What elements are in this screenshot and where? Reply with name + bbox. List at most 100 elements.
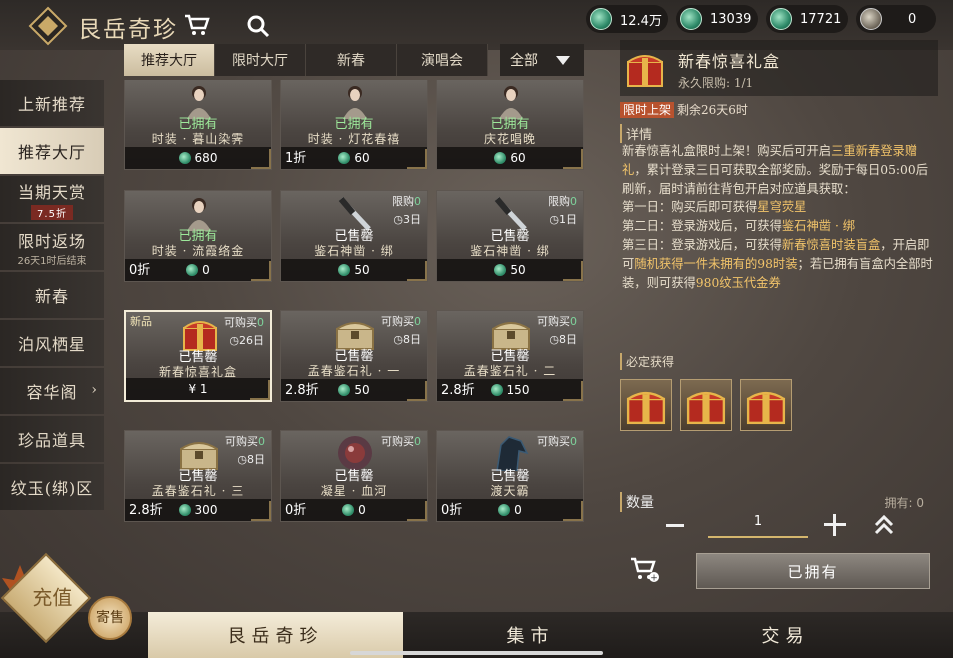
jade-coin-icon — [178, 504, 191, 516]
purchase-limit: 限购0 — [548, 195, 577, 208]
item-grid: 已拥有 时装 · 暮山染霁 680 已拥有 时装 · 灯花春禧 60 1折 已拥有 庆花唱晚 60… — [124, 80, 588, 532]
add-to-cart-icon[interactable]: + — [630, 556, 660, 584]
plus-button[interactable] — [824, 514, 846, 536]
item-card[interactable]: 已拥有 时装 · 灯花春禧 60 1折 — [280, 80, 428, 170]
currency-jade[interactable]: 13039 — [676, 5, 758, 33]
item-card[interactable]: 限购0 ◷1日 已售罄 鉴石神凿 · 绑 50 — [436, 190, 584, 282]
corner-ornament — [407, 381, 427, 401]
tab-spring[interactable]: 新春 — [306, 44, 397, 76]
token-icon — [860, 8, 882, 30]
item-card[interactable]: 已拥有 时装 · 暮山染霁 680 — [124, 80, 272, 170]
tab-concert[interactable]: 演唱会 — [397, 44, 488, 76]
price-bar: 50 — [281, 259, 427, 281]
dropdown-arrow-icon — [556, 55, 570, 65]
sidebar-item-return[interactable]: 限时返场 26天1时后结束 — [0, 224, 104, 270]
item-card[interactable]: 可购买0 ◷8日 已售罄 孟春鉴石礼 · 三 300 2.8折 — [124, 430, 272, 522]
currency-jade-bound[interactable]: 17721 — [766, 5, 848, 33]
item-price: ¥ 1 — [188, 382, 208, 396]
currency-token[interactable]: 0 — [856, 5, 936, 33]
item-card[interactable]: 可购买0 ◷8日 已售罄 孟春鉴石礼 · 一 50 2.8折 — [280, 310, 428, 402]
item-price: 60 — [354, 151, 370, 165]
item-price: 680 — [194, 151, 218, 165]
purchase-limit: 可购买0 — [381, 315, 421, 328]
diamond-logo-icon — [28, 6, 68, 46]
item-name: 凝星 · 血河 — [320, 484, 388, 498]
item-price: 0 — [358, 503, 366, 517]
item-name: 鉴石神凿 · 绑 — [470, 244, 550, 258]
item-name: 渡天霸 — [490, 484, 530, 498]
quantity-label: 数量 — [620, 492, 654, 512]
reward-item[interactable] — [680, 379, 732, 431]
purchase-limit: 可购买0 — [225, 435, 265, 448]
item-name: 时装 · 灯花春禧 — [307, 132, 401, 146]
tab-hall[interactable]: 推荐大厅 — [124, 44, 215, 76]
item-card[interactable]: 可购买0 已售罄 凝星 · 血河 0 0折 — [280, 430, 428, 522]
buy-button[interactable]: 已拥有 — [696, 553, 930, 589]
item-name: 孟春鉴石礼 · 一 — [307, 364, 401, 378]
sidebar: 上新推荐 推荐大厅 当期天赏 7.5折 限时返场 26天1时后结束 新春 泊风栖星 … — [0, 80, 104, 512]
item-card[interactable]: 可购买0 ◷8日 已售罄 孟春鉴石礼 · 二 150 2.8折 — [436, 310, 584, 402]
reward-item[interactable] — [620, 379, 672, 431]
gift-box-icon — [626, 391, 666, 425]
jade-coin-icon — [490, 384, 503, 396]
corner-ornament — [563, 501, 583, 521]
new-tag: 新品 — [130, 315, 152, 328]
limited-tag: 限时上架 剩余26天6时 — [620, 101, 748, 118]
discount-label: 0折 — [129, 263, 151, 278]
consign-button[interactable]: 寄售 — [88, 596, 132, 640]
gift-box-icon — [627, 55, 663, 87]
corner-ornament — [563, 149, 583, 169]
item-name: 孟春鉴石礼 · 二 — [463, 364, 557, 378]
search-icon[interactable] — [246, 14, 270, 38]
jade-plus-icon — [590, 8, 612, 30]
item-card[interactable]: 可购买0 已售罄 渡天霸 0 0折 — [436, 430, 584, 522]
price-bar: ¥ 1 — [126, 378, 270, 400]
category-tabs: 推荐大厅 限时大厅 新春 演唱会 — [124, 44, 488, 76]
reward-item[interactable] — [740, 379, 792, 431]
rewards-title: 必定获得 — [620, 353, 674, 370]
item-price: 0 — [202, 263, 210, 277]
jade-bound-icon — [770, 8, 792, 30]
sidebar-item-new[interactable]: 上新推荐 — [0, 80, 104, 126]
item-price: 150 — [506, 383, 530, 397]
corner-ornament — [407, 149, 427, 169]
max-quantity-icon[interactable] — [872, 512, 896, 536]
sidebar-item-hall[interactable]: 推荐大厅 — [0, 128, 104, 174]
tab-limited[interactable]: 限时大厅 — [215, 44, 306, 76]
discount-label: 0折 — [285, 503, 307, 518]
item-price: 50 — [510, 263, 526, 277]
corner-ornament — [250, 380, 270, 400]
jade-coin-icon — [338, 384, 351, 396]
discount-label: 2.8折 — [441, 383, 475, 398]
sidebar-item-ronghua[interactable]: 容华阁 › — [0, 368, 104, 414]
item-card[interactable]: 已拥有 庆花唱晚 60 — [436, 80, 584, 170]
minus-button[interactable] — [666, 524, 684, 527]
price-bar: 680 — [125, 147, 271, 169]
jade-coin-icon — [186, 264, 199, 276]
detail-header: 新春惊喜礼盒 永久限购: 1/1 — [620, 40, 938, 96]
corner-ornament — [563, 381, 583, 401]
bottom-tab-trade[interactable]: 交易 — [658, 612, 913, 658]
sidebar-item-jade-bound[interactable]: 纹玉(绑)区 — [0, 464, 104, 510]
jade-coin-icon — [494, 264, 507, 276]
quantity-input[interactable]: 1 — [708, 512, 808, 538]
item-price: 50 — [354, 383, 370, 397]
currency-jade-plus[interactable]: 12.4万 — [586, 5, 668, 33]
item-card[interactable]: 已拥有 时装 · 流霞络金 0 0折 — [124, 190, 272, 282]
sidebar-item-tianshang[interactable]: 当期天赏 7.5折 — [0, 176, 104, 222]
item-card[interactable]: 新品 可购买0 ◷26日 已售罄 新春惊喜礼盒 ¥ 1 — [124, 310, 272, 402]
sidebar-item-treasure[interactable]: 珍品道具 — [0, 416, 104, 462]
corner-ornament — [563, 261, 583, 281]
sidebar-item-bofeng[interactable]: 泊风栖星 — [0, 320, 104, 366]
jade-coin-icon — [498, 504, 511, 516]
sidebar-item-spring[interactable]: 新春 — [0, 272, 104, 318]
item-name: 时装 · 流霞络金 — [151, 244, 245, 258]
item-card[interactable]: 限购0 ◷3日 已售罄 鉴石神凿 · 绑 50 — [280, 190, 428, 282]
purchase-limit: 可购买0 — [537, 315, 577, 328]
jade-coin-icon — [338, 152, 351, 164]
jade-coin-icon — [338, 264, 351, 276]
purchase-limit: 可购买0 — [381, 435, 421, 448]
countdown-text: 26天1时后结束 — [17, 255, 87, 267]
cart-icon[interactable] — [184, 13, 210, 37]
filter-dropdown[interactable]: 全部 — [500, 44, 584, 76]
